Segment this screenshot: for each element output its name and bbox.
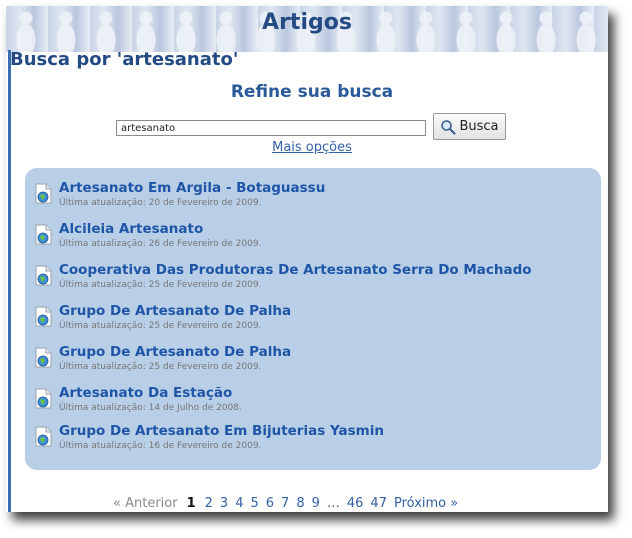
result-title[interactable]: Cooperativa Das Produtoras De Artesanato…	[59, 262, 532, 278]
result-updated: Última atualização: 16 de Fevereiro de 2…	[59, 441, 262, 451]
pagination-page[interactable]: 6	[266, 496, 274, 511]
result-title[interactable]: Alcileia Artesanato	[59, 221, 203, 237]
header-banner: Artigos	[6, 6, 608, 52]
pagination-next[interactable]: Próximo »	[394, 496, 458, 511]
pagination-ellipsis: …	[326, 496, 340, 511]
result-updated: Última atualização: 25 de Fevereiro de 2…	[59, 280, 262, 290]
globe-document-icon	[35, 306, 52, 327]
pagination-page[interactable]: 5	[250, 496, 258, 511]
globe-document-icon	[35, 388, 52, 409]
result-updated: Última atualização: 25 de Fevereiro de 2…	[59, 321, 262, 331]
result-updated: Última atualização: 26 de Fevereiro de 2…	[59, 239, 262, 249]
globe-document-icon	[35, 347, 52, 368]
magnifier-icon	[441, 119, 457, 135]
globe-document-icon	[35, 426, 52, 447]
globe-document-icon	[35, 183, 52, 204]
result-updated: Última atualização: 20 de Fevereiro de 2…	[59, 198, 262, 208]
result-title[interactable]: Grupo De Artesanato Em Bijuterias Yasmin	[59, 423, 384, 439]
globe-document-icon	[35, 265, 52, 286]
pagination-page[interactable]: 3	[220, 496, 228, 511]
pagination-page[interactable]: 7	[281, 496, 289, 511]
more-options-link[interactable]: Mais opções	[6, 140, 608, 155]
pagination-page[interactable]: 8	[296, 496, 304, 511]
globe-document-icon	[35, 224, 52, 245]
pagination-prev: « Anterior	[113, 496, 178, 511]
pagination: « Anterior 1 2 3 4 5 6 7 8 9 … 46 47 Pró…	[113, 496, 458, 511]
pagination-page[interactable]: 47	[370, 496, 387, 511]
search-button-label: Busca	[459, 119, 499, 134]
result-updated: Última atualização: 14 de Julho de 2008.	[59, 403, 242, 413]
search-input[interactable]	[116, 120, 426, 136]
pagination-page[interactable]: 46	[347, 496, 364, 511]
result-title[interactable]: Grupo De Artesanato De Palha	[59, 344, 291, 360]
left-border	[8, 50, 11, 512]
result-title[interactable]: Grupo De Artesanato De Palha	[59, 303, 291, 319]
result-updated: Última atualização: 25 de Fevereiro de 2…	[59, 362, 262, 372]
pagination-page[interactable]: 9	[312, 496, 320, 511]
page-frame: Artigos Busca por 'artesanato' Refine su…	[6, 6, 608, 512]
result-title[interactable]: Artesanato Da Estação	[59, 385, 232, 401]
pagination-page[interactable]: 2	[205, 496, 213, 511]
page-title: Artigos	[262, 10, 352, 35]
pagination-current: 1	[186, 496, 196, 511]
search-button[interactable]: Busca	[433, 113, 506, 140]
results-panel: Artesanato Em Argila - Botaguassu Última …	[25, 168, 601, 470]
refine-label: Refine sua busca	[230, 82, 394, 102]
pagination-page[interactable]: 4	[235, 496, 243, 511]
result-title[interactable]: Artesanato Em Argila - Botaguassu	[59, 180, 325, 196]
search-heading: Busca por 'artesanato'	[10, 49, 239, 70]
